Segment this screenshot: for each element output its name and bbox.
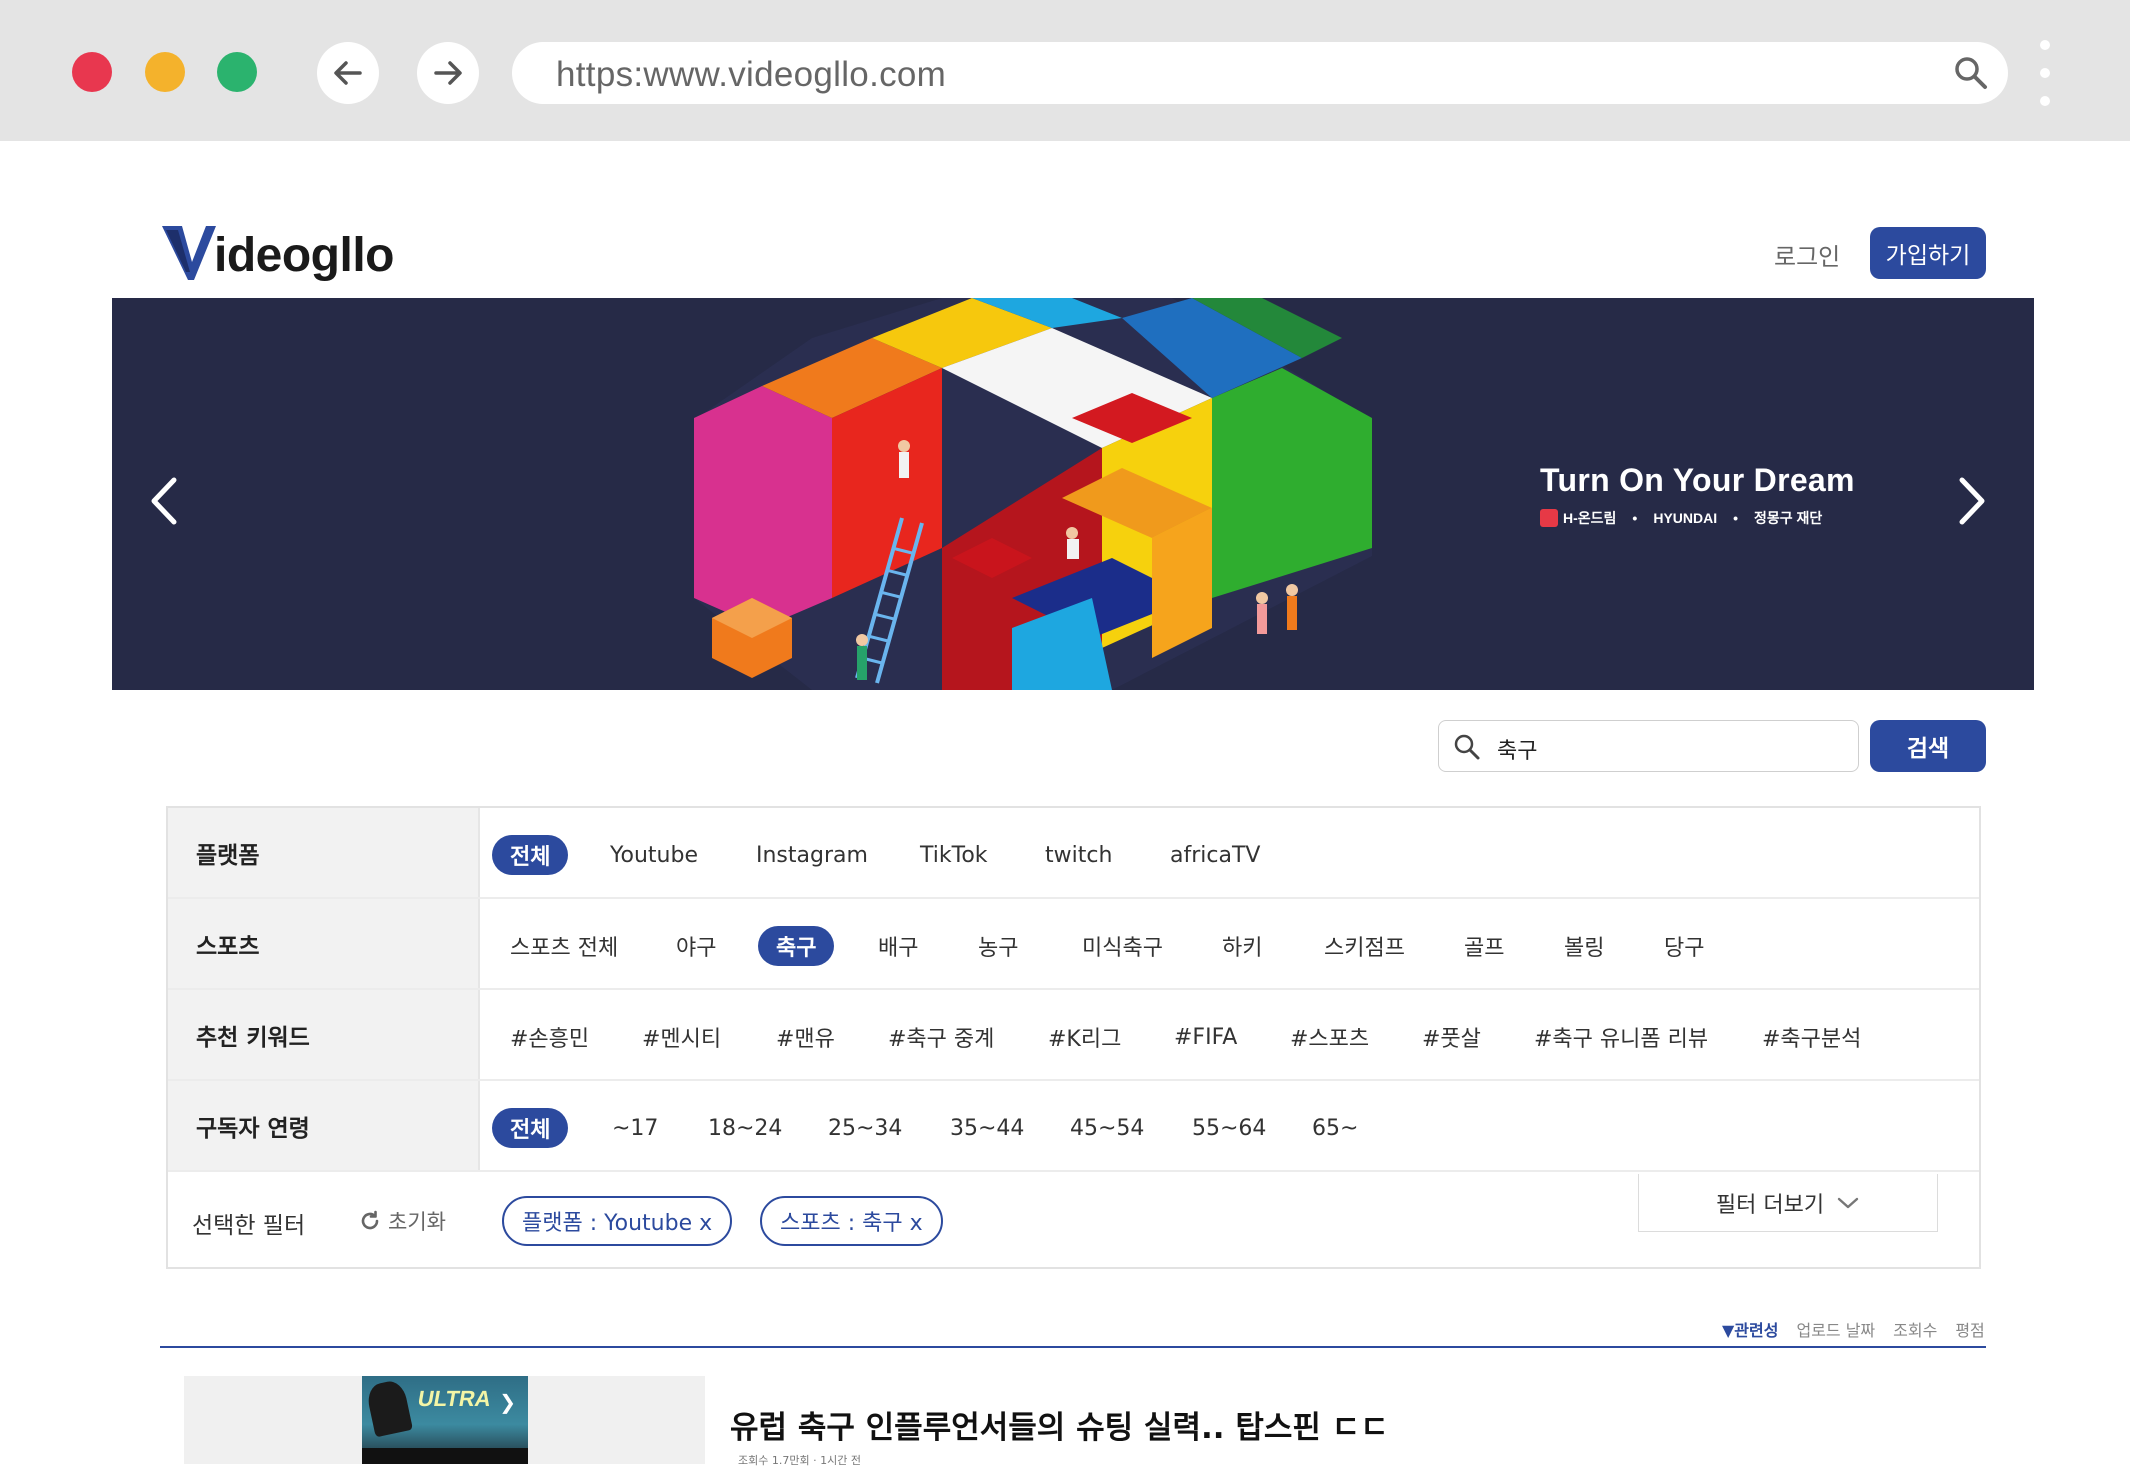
logo-v-mark: [162, 226, 216, 280]
keyword-option[interactable]: #축구 중계: [888, 1017, 994, 1057]
selected-filter-pill[interactable]: 스포츠 : 축구 x: [760, 1196, 943, 1246]
age-option-all[interactable]: 전체: [492, 1108, 569, 1148]
sports-option[interactable]: 미식축구: [1082, 926, 1163, 966]
forward-button[interactable]: [417, 42, 479, 104]
sort-option-upload-date[interactable]: 업로드 날짜: [1796, 1317, 1875, 1341]
hero-banner: Turn On Your Dream H-온드림 • HYUNDAI • 정몽구…: [112, 298, 2034, 690]
sports-option[interactable]: 배구: [878, 926, 918, 966]
video-title[interactable]: 유럽 축구 인플루언서들의 슈팅 실력.. 탑스핀 ㄷㄷ: [730, 1402, 1389, 1447]
filter-label: 스포츠: [196, 934, 260, 960]
banner-next-arrow-icon[interactable]: [1958, 476, 1988, 526]
sports-option[interactable]: 볼링: [1564, 926, 1604, 966]
sort-options: ▼관련성 업로드 날짜 조회수 평점: [1722, 1317, 1985, 1341]
sports-option[interactable]: 스키점프: [1324, 926, 1405, 966]
keyword-option[interactable]: #풋살: [1422, 1017, 1481, 1057]
selected-filters-label: 선택한 필터: [192, 1213, 306, 1239]
filter-row-sports: 스포츠 스포츠 전체 야구 축구 배구 농구 미식축구 하키 스키점프 골프 볼…: [168, 899, 1979, 990]
platform-option-twitch[interactable]: twitch: [1045, 835, 1112, 875]
chevron-down-icon: [1837, 1197, 1859, 1208]
kebab-menu-icon[interactable]: [2038, 38, 2052, 108]
age-option[interactable]: 25~34: [828, 1108, 902, 1148]
sports-option[interactable]: 하키: [1222, 926, 1262, 966]
search-value: 축구: [1497, 739, 1538, 764]
video-meta: 조회수 1.7만회 · 1시간 전: [738, 1454, 861, 1467]
filter-row-age: 구독자 연령 전체 ~17 18~24 25~34 35~44 45~54 55…: [168, 1081, 1979, 1172]
more-filters-label: 필터 더보기: [1715, 1192, 1825, 1218]
filter-row-platform: 플랫폼 전체 Youtube Instagram TikTok twitch a…: [168, 808, 1979, 899]
sports-option[interactable]: 농구: [978, 926, 1018, 966]
minimize-window-button[interactable]: [145, 52, 185, 92]
age-option[interactable]: 18~24: [708, 1108, 782, 1148]
thumbnail-image: ULTRA ❯: [362, 1376, 528, 1464]
filter-row-keywords: 추천 키워드 #손흥민 #멘시티 #맨유 #축구 중계 #K리그 #FIFA #…: [168, 990, 1979, 1081]
sort-option-views[interactable]: 조회수: [1893, 1317, 1937, 1341]
search-icon[interactable]: [1952, 54, 1990, 96]
back-button[interactable]: [317, 42, 379, 104]
sports-option[interactable]: 당구: [1664, 926, 1704, 966]
banner-tagline: Turn On Your Dream: [1540, 462, 1855, 498]
keyword-option[interactable]: #맨유: [776, 1017, 835, 1057]
arrow-left-icon: [334, 61, 362, 85]
close-window-button[interactable]: [72, 52, 112, 92]
filter-label: 플랫폼: [196, 843, 260, 869]
filter-label: 추천 키워드: [196, 1025, 310, 1051]
sports-option[interactable]: 골프: [1464, 926, 1504, 966]
reset-label: 초기화: [388, 1210, 446, 1234]
platform-option-all[interactable]: 전체: [492, 835, 569, 875]
filter-label: 구독자 연령: [196, 1116, 310, 1142]
keyword-option[interactable]: #멘시티: [642, 1017, 721, 1057]
more-filters-button[interactable]: 필터 더보기: [1638, 1174, 1938, 1232]
arrow-right-icon: [434, 61, 462, 85]
keyword-option[interactable]: #손흥민: [510, 1017, 589, 1057]
keyword-option[interactable]: #K리그: [1048, 1017, 1121, 1057]
platform-option-instagram[interactable]: Instagram: [756, 835, 868, 875]
address-bar[interactable]: https:www.videogllo.com: [512, 42, 2008, 104]
selected-filters-row: 선택한 필터 초기화 플랫폼 : Youtube x 스포츠 : 축구 x 필터…: [168, 1174, 1979, 1267]
keyword-option[interactable]: #축구분석: [1762, 1017, 1861, 1057]
filter-panel: 플랫폼 전체 Youtube Instagram TikTok twitch a…: [166, 806, 1981, 1269]
url-text: https:www.videogllo.com: [556, 55, 947, 94]
age-option[interactable]: 35~44: [950, 1108, 1024, 1148]
thumbnail-text: ULTRA: [415, 1386, 494, 1411]
brand-icon: ❯: [499, 1390, 516, 1414]
sort-option-relevance[interactable]: ▼관련성: [1722, 1317, 1778, 1341]
refresh-icon: [361, 1210, 379, 1230]
sports-option[interactable]: 야구: [676, 926, 716, 966]
sponsor-logo: HYUNDAI: [1653, 510, 1718, 526]
divider: [160, 1346, 1986, 1348]
sponsor-logo: 정몽구 재단: [1754, 510, 1823, 526]
maximize-window-button[interactable]: [217, 52, 257, 92]
sort-option-rating[interactable]: 평점: [1955, 1317, 1984, 1341]
site-logo[interactable]: ideogllo: [160, 218, 394, 284]
platform-option-tiktok[interactable]: TikTok: [920, 835, 988, 875]
browser-chrome: https:www.videogllo.com: [0, 0, 2130, 141]
banner-prev-arrow-icon[interactable]: [148, 476, 178, 526]
keyword-option[interactable]: #스포츠: [1290, 1017, 1369, 1057]
sports-option[interactable]: 스포츠 전체: [510, 926, 618, 966]
keyword-option[interactable]: #FIFA: [1174, 1017, 1237, 1057]
platform-option-youtube[interactable]: Youtube: [610, 835, 698, 875]
search-icon: [1453, 733, 1481, 765]
sports-option-active[interactable]: 축구: [758, 926, 835, 966]
search-input[interactable]: 축구: [1438, 720, 1859, 772]
signup-button[interactable]: 가입하기: [1870, 227, 1986, 279]
login-link[interactable]: 로그인: [1774, 237, 1840, 272]
sponsor-logos: H-온드림 • HYUNDAI • 정몽구 재단: [1540, 508, 1822, 528]
logo-text: ideogllo: [214, 229, 394, 282]
platform-option-africatv[interactable]: africaTV: [1170, 835, 1260, 875]
age-option[interactable]: ~17: [612, 1108, 658, 1148]
video-thumbnail[interactable]: ULTRA ❯: [184, 1376, 705, 1464]
sponsor-logo: H-온드림: [1540, 508, 1616, 528]
age-option[interactable]: 45~54: [1070, 1108, 1144, 1148]
age-option[interactable]: 65~: [1312, 1108, 1358, 1148]
age-option[interactable]: 55~64: [1192, 1108, 1266, 1148]
reset-filters-button[interactable]: 초기화: [358, 1206, 446, 1236]
search-button[interactable]: 검색: [1870, 720, 1986, 772]
selected-filter-pill[interactable]: 플랫폼 : Youtube x: [502, 1196, 733, 1246]
keyword-option[interactable]: #축구 유니폼 리뷰: [1534, 1017, 1708, 1057]
